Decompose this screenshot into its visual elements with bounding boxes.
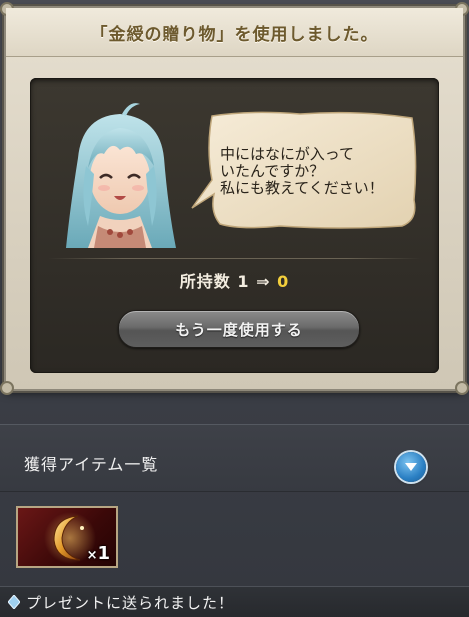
chevron-down-icon [405,463,417,471]
character-portrait [66,103,176,248]
dialog-title: 「金綬の贈り物」を使用しました。 [90,24,379,45]
screen: 「金綬の贈り物」を使用しました。 中にはなにが入って いたんですか？ 私にも教え… [0,0,469,617]
gift-notice-bar: プレゼントに送られました！ [0,586,469,617]
owned-count-row: 所持数 1 ⇒ 0 [30,268,439,292]
diamond-icon [8,595,20,609]
item-quantity: ×1 [87,543,110,564]
owned-count-arrow: ⇒ [256,272,271,291]
dialog-title-bar: 「金綬の贈り物」を使用しました。 [6,8,463,57]
speech-text: 中にはなにが入って いたんですか？ 私にも教えてください！ [220,145,384,197]
item-quantity-prefix: × [86,548,98,563]
acquired-items-toggle-button[interactable] [396,452,426,482]
owned-count-before: 1 [237,272,250,291]
owned-count-after: 0 [277,272,290,291]
acquired-items-title: 獲得アイテム一覧 [24,455,159,474]
owned-count-label: 所持数 [179,272,231,291]
acquired-item-tile[interactable]: ×1 [16,506,118,568]
dialog-corner-ornament [0,381,14,395]
panel-divider [48,258,421,259]
gift-notice-text: プレゼントに送られました！ [26,594,235,612]
dialog-corner-ornament [455,381,469,395]
item-used-dialog: 「金綬の贈り物」を使用しました。 中にはなにが入って いたんですか？ 私にも教え… [0,2,469,395]
speech-bubble: 中にはなにが入って いたんですか？ 私にも教えてください！ [190,108,420,232]
acquired-items-header: 獲得アイテム一覧 [0,424,469,492]
item-quantity-value: 1 [97,543,110,564]
use-again-button[interactable]: もう一度使用する [118,310,360,348]
dialog-content-panel: 中にはなにが入って いたんですか？ 私にも教えてください！ 所持数 1 ⇒ 0 … [30,78,439,373]
